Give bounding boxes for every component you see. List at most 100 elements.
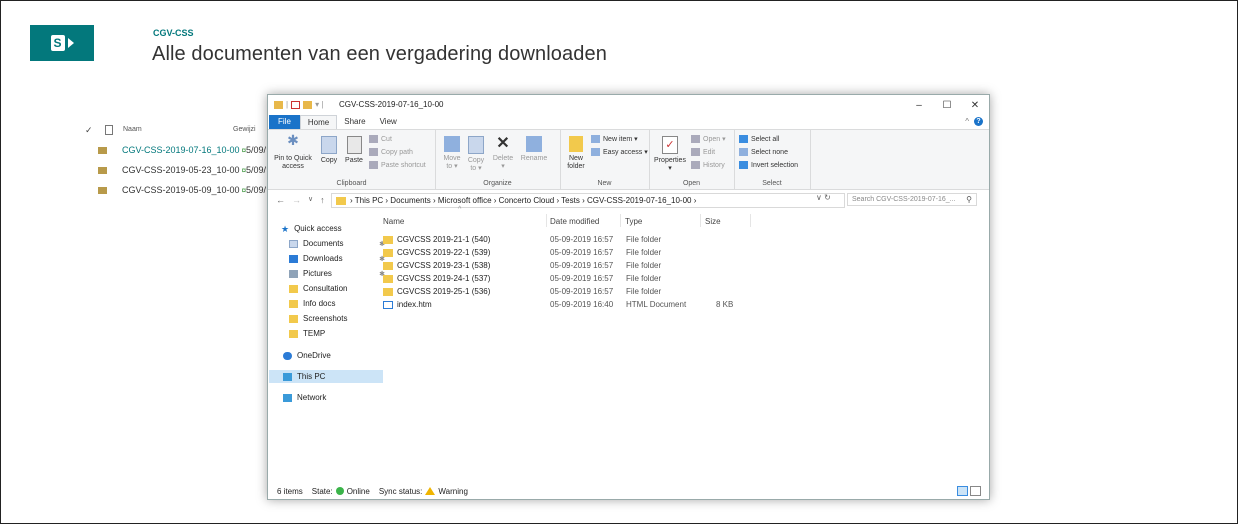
sidebar-item-quick-access[interactable]: ★ Quick access: [269, 222, 381, 235]
sidebar-item-consultation[interactable]: Consultation: [269, 282, 389, 295]
new-folder-button[interactable]: New folder: [564, 136, 588, 171]
tab-file[interactable]: File: [269, 115, 300, 129]
large-icons-view-icon[interactable]: [970, 486, 981, 496]
sidebar-item-onedrive[interactable]: OneDrive: [269, 349, 383, 362]
page-title: Alle documenten van een vergadering down…: [152, 43, 607, 65]
search-placeholder: Search CGV-CSS-2019-07-16_...: [852, 196, 956, 203]
download-icon: [289, 254, 298, 263]
back-button[interactable]: ←: [276, 195, 285, 205]
sharepoint-logo[interactable]: S: [30, 25, 94, 61]
select-all-check-icon[interactable]: ✓: [85, 125, 93, 136]
file-type-icon: [105, 125, 113, 135]
new-folder-icon[interactable]: [303, 100, 313, 109]
file-explorer-window: | ▾ | CGV-CSS-2019-07-16_10-00 – ☐ ✕ Fil…: [267, 94, 990, 500]
group-new: New folder New item ▾ Easy access ▾ New: [560, 130, 650, 189]
copy-icon: [321, 136, 337, 154]
address-dropdown-refresh[interactable]: ∨ ↻: [816, 193, 831, 202]
maximize-button[interactable]: ☐: [933, 95, 961, 115]
breadcrumb[interactable]: › This PC › Documents › Microsoft office…: [350, 196, 696, 205]
window-title: CGV-CSS-2019-07-16_10-00: [339, 100, 444, 109]
tab-view[interactable]: View: [373, 115, 404, 129]
sidebar-item-this-pc[interactable]: This PC: [269, 370, 383, 383]
folder-icon: [383, 249, 393, 257]
list-item-name[interactable]: CGV-CSS-2019-05-09_10-00 ¤: [122, 185, 246, 195]
properties-button[interactable]: ✓ Properties ▾: [653, 136, 687, 173]
paste-shortcut-button[interactable]: Paste shortcut: [369, 161, 426, 169]
history-button[interactable]: History: [691, 161, 725, 169]
folder-icon: [289, 284, 298, 293]
edit-button[interactable]: Edit: [691, 148, 715, 156]
new-item-button[interactable]: New item ▾: [591, 135, 638, 143]
list-item-name[interactable]: CGV-CSS-2019-05-23_10-00 ¤: [122, 165, 246, 175]
rename-button[interactable]: Rename: [519, 136, 549, 163]
tab-share[interactable]: Share: [337, 115, 372, 129]
column-header-name[interactable]: Name: [383, 217, 404, 226]
copy-button[interactable]: Copy: [318, 136, 340, 165]
folder-icon: [336, 196, 346, 205]
new-item-icon: [591, 135, 600, 143]
minimize-button[interactable]: –: [905, 95, 933, 115]
sidebar-item-pictures[interactable]: Pictures ✱: [269, 267, 389, 280]
table-row[interactable]: CGVCSS 2019-23-1 (538) 05-09-2019 16:57 …: [381, 261, 761, 273]
column-header-type[interactable]: Type: [625, 217, 642, 226]
group-organize: Move to ▾ Copy to ▾ ✕ Delete ▾ Rename Or…: [435, 130, 561, 189]
customize-toolbar-dropdown[interactable]: ▾ |: [315, 100, 323, 109]
sidebar-item-screenshots[interactable]: Screenshots: [269, 312, 389, 325]
open-button[interactable]: Open ▾: [691, 135, 726, 143]
table-row[interactable]: CGVCSS 2019-25-1 (536) 05-09-2019 16:57 …: [381, 287, 761, 299]
recent-locations-button[interactable]: ∨: [308, 195, 313, 205]
column-header-date-modified[interactable]: Date modified: [550, 217, 599, 226]
table-row[interactable]: index.htm 05-09-2019 16:40 HTML Document…: [381, 300, 761, 312]
pictures-icon: [289, 269, 298, 278]
pin-icon: ✱: [287, 132, 299, 148]
copy-path-icon: [369, 148, 378, 156]
properties-icon[interactable]: [291, 100, 301, 109]
help-icon[interactable]: ?: [974, 117, 983, 126]
list-item-name[interactable]: CGV-CSS-2019-07-16_10-00 ¤: [122, 145, 246, 155]
address-bar[interactable]: › This PC › Documents › Microsoft office…: [331, 193, 845, 208]
forward-button[interactable]: →: [292, 195, 301, 205]
network-icon: [283, 393, 292, 402]
title-bar[interactable]: | ▾ | CGV-CSS-2019-07-16_10-00 – ☐ ✕: [268, 95, 989, 115]
sidebar-item-network[interactable]: Network: [269, 391, 383, 404]
cut-button[interactable]: Cut: [369, 135, 392, 143]
history-icon: [691, 161, 700, 169]
sidebar-item-temp[interactable]: TEMP: [269, 327, 389, 340]
select-all-button[interactable]: Select all: [739, 135, 779, 143]
column-header-size[interactable]: Size: [705, 217, 721, 226]
select-none-button[interactable]: Select none: [739, 148, 788, 156]
collapse-ribbon-icon[interactable]: ^: [965, 117, 969, 126]
easy-access-button[interactable]: Easy access ▾: [591, 148, 648, 156]
close-button[interactable]: ✕: [961, 95, 989, 115]
sidebar-item-info-docs[interactable]: Info docs: [269, 297, 389, 310]
sort-indicator-icon: ^: [458, 206, 462, 213]
pin-to-quick-access-button[interactable]: ✱ Pin to Quick access: [272, 132, 314, 171]
list-item-date: 5/09/: [246, 165, 267, 175]
tab-home[interactable]: Home: [299, 114, 338, 130]
up-button[interactable]: ↑: [320, 195, 325, 205]
folder-icon: [289, 299, 298, 308]
scissors-icon: [369, 135, 378, 143]
table-row[interactable]: CGVCSS 2019-21-1 (540) 05-09-2019 16:57 …: [381, 235, 761, 247]
site-name[interactable]: CGV-CSS: [153, 28, 194, 38]
select-none-icon: [739, 148, 748, 156]
delete-button[interactable]: ✕ Delete ▾: [491, 136, 515, 171]
folder-icon: [289, 329, 298, 338]
paste-button[interactable]: Paste: [343, 136, 365, 165]
details-view-icon[interactable]: [957, 486, 968, 496]
table-row[interactable]: CGVCSS 2019-22-1 (539) 05-09-2019 16:57 …: [381, 248, 761, 260]
search-input[interactable]: Search CGV-CSS-2019-07-16_... ⚲: [847, 193, 977, 206]
copy-path-button[interactable]: Copy path: [369, 148, 413, 156]
column-modified[interactable]: Gewijzi: [233, 126, 256, 133]
table-row[interactable]: CGVCSS 2019-24-1 (537) 05-09-2019 16:57 …: [381, 274, 761, 286]
sidebar-item-downloads[interactable]: Downloads ✱: [269, 252, 389, 265]
sidebar-item-documents[interactable]: Documents ✱: [269, 237, 389, 250]
search-icon[interactable]: ⚲: [966, 195, 972, 204]
window-controls: – ☐ ✕: [905, 95, 989, 115]
invert-selection-button[interactable]: Invert selection: [739, 161, 798, 169]
copy-to-button[interactable]: Copy to ▾: [466, 136, 486, 173]
folder-icon: [383, 236, 393, 244]
move-to-icon: [444, 136, 460, 152]
column-name[interactable]: Naam: [123, 126, 142, 133]
move-to-button[interactable]: Move to ▾: [442, 136, 462, 171]
